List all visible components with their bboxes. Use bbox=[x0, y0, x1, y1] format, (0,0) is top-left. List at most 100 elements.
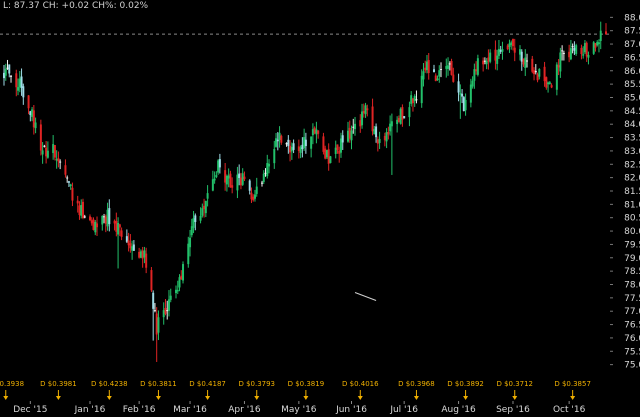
candle-body bbox=[255, 186, 258, 194]
candle-body bbox=[101, 215, 104, 225]
candle-body bbox=[278, 132, 281, 141]
dividend-label: D $0.3938 bbox=[0, 380, 24, 388]
y-tick-label: 84.50 bbox=[624, 107, 640, 117]
y-tick-label: 83.50 bbox=[624, 134, 640, 144]
y-tick-label: 81.00 bbox=[624, 200, 640, 210]
candle-body bbox=[27, 95, 30, 109]
candle-body bbox=[169, 295, 172, 300]
candle-body bbox=[106, 209, 109, 227]
candle-body bbox=[94, 221, 97, 233]
candle-body bbox=[243, 176, 246, 180]
dividend-label: D $0.3811 bbox=[140, 380, 177, 388]
candle-body bbox=[411, 98, 414, 104]
candle-body bbox=[115, 221, 118, 232]
candle-body bbox=[359, 120, 362, 127]
candle-body bbox=[248, 180, 251, 191]
candle-body bbox=[461, 93, 464, 97]
candle-body bbox=[125, 236, 128, 242]
candle-body bbox=[152, 292, 155, 309]
candle-body bbox=[336, 144, 339, 150]
y-tick-label: 80.50 bbox=[624, 214, 640, 224]
candle-body bbox=[575, 45, 578, 54]
candle-body bbox=[176, 289, 179, 292]
candle-body bbox=[113, 220, 116, 224]
candle-body bbox=[605, 31, 607, 35]
candle-body bbox=[89, 216, 91, 221]
candle-body bbox=[508, 43, 511, 47]
y-tick-label: 81.50 bbox=[624, 187, 640, 197]
candle-body bbox=[164, 307, 167, 314]
candle-body bbox=[10, 75, 13, 77]
candle-body bbox=[203, 205, 206, 210]
candle-body bbox=[229, 173, 232, 188]
candle-body bbox=[90, 220, 93, 224]
y-tick-label: 76.00 bbox=[624, 334, 640, 344]
y-tick-label: 86.50 bbox=[624, 53, 640, 63]
candle-body bbox=[364, 105, 367, 115]
candle-body bbox=[162, 310, 165, 318]
candle-body bbox=[20, 76, 23, 88]
candle-body bbox=[69, 184, 72, 187]
dividend-label: D $0.3819 bbox=[288, 380, 325, 388]
candle-body bbox=[150, 270, 153, 291]
candle-body bbox=[81, 201, 84, 218]
candle-body bbox=[494, 49, 497, 61]
candle-body bbox=[250, 192, 253, 200]
candle-body bbox=[511, 39, 514, 47]
candle-body bbox=[78, 205, 81, 216]
candle-body bbox=[322, 136, 325, 152]
candle-body bbox=[201, 208, 204, 216]
candle-body bbox=[52, 144, 55, 154]
candle-body bbox=[8, 64, 11, 74]
candle-body bbox=[334, 147, 337, 154]
candle-body bbox=[66, 177, 69, 179]
candle-body bbox=[194, 215, 197, 222]
candle-body bbox=[390, 121, 393, 127]
last-label: L: bbox=[3, 1, 12, 11]
candle-body bbox=[341, 135, 344, 143]
candle-body bbox=[6, 67, 9, 69]
candle-body bbox=[236, 174, 239, 191]
candle-body bbox=[550, 85, 553, 88]
candle-body bbox=[297, 146, 300, 151]
candle-body bbox=[561, 50, 564, 52]
price-chart: 75.00 75.50 76.00 76.50 77.00 77.50 78.00 78.50… bbox=[0, 0, 640, 417]
candle-body bbox=[215, 175, 218, 178]
candle-body bbox=[366, 108, 369, 111]
x-tick-label: Apr '16 bbox=[228, 405, 261, 415]
candle-body bbox=[217, 160, 220, 173]
candle-body bbox=[178, 277, 181, 288]
candle-body bbox=[475, 69, 478, 72]
x-tick-label: Jan '16 bbox=[74, 405, 106, 415]
candle-body bbox=[289, 145, 292, 153]
candle-body bbox=[29, 111, 32, 116]
candle-body bbox=[378, 138, 381, 143]
candle-body bbox=[450, 61, 453, 75]
x-tick-label: Feb '16 bbox=[123, 405, 156, 415]
candle-body bbox=[327, 149, 330, 164]
candle-body bbox=[469, 84, 472, 103]
y-tick-label: 78.00 bbox=[624, 280, 640, 290]
candle-body bbox=[436, 78, 439, 81]
candle-body bbox=[375, 126, 378, 138]
change-pct-label: CH%: bbox=[92, 1, 117, 11]
candle-body bbox=[67, 181, 70, 183]
dividend-label: D $0.3981 bbox=[40, 380, 77, 388]
x-tick-label: Aug '16 bbox=[441, 405, 476, 415]
candle-body bbox=[83, 216, 86, 218]
candle-body bbox=[350, 130, 353, 141]
candle-body bbox=[117, 222, 120, 235]
candle-body bbox=[59, 161, 62, 163]
candle-body bbox=[559, 52, 562, 72]
candle-body bbox=[352, 126, 355, 128]
candle-body bbox=[459, 93, 462, 95]
candle-body bbox=[290, 147, 293, 152]
candle-body bbox=[118, 224, 121, 228]
dividend-label: D $0.4187 bbox=[189, 380, 226, 388]
candle-body bbox=[239, 177, 242, 186]
candle-body bbox=[485, 60, 488, 65]
candle-body bbox=[43, 145, 46, 147]
candle-body bbox=[292, 143, 295, 150]
candle-body bbox=[18, 78, 21, 88]
candle-body bbox=[238, 173, 241, 178]
